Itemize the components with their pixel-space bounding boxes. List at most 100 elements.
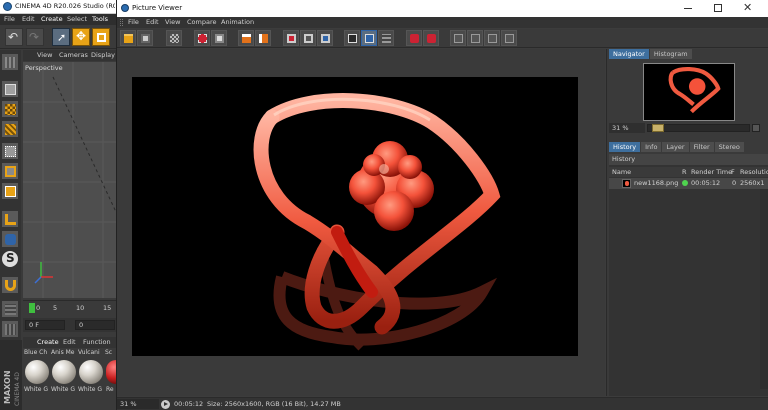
material-tab[interactable]: Anis Me (51, 349, 75, 356)
viewport-menu-display[interactable]: Display (91, 51, 115, 59)
layer-button[interactable] (450, 30, 467, 46)
material-menu-function[interactable]: Function (83, 338, 111, 346)
material-tab[interactable]: Vulcani (78, 349, 102, 356)
material-swatch[interactable] (79, 360, 103, 384)
col-f[interactable]: F (731, 168, 735, 176)
snapshot-button[interactable] (282, 30, 299, 46)
material-label: White G (51, 386, 76, 393)
edges-icon (5, 166, 16, 177)
close-icon[interactable]: ✕ (743, 1, 752, 14)
tab-stereo[interactable]: Stereo (714, 142, 744, 152)
c4d-menu-tools[interactable]: Tools (92, 15, 108, 23)
viewport-menu-view[interactable]: View (37, 51, 52, 59)
zoom-field[interactable]: 31 % (609, 123, 645, 133)
pv-menu-animation[interactable]: Animation (221, 18, 254, 26)
c4d-menu-create[interactable]: Create (41, 15, 63, 23)
checker-icon (5, 104, 16, 115)
render-region-button[interactable] (210, 30, 227, 46)
set-b-button[interactable] (361, 30, 378, 46)
ab-compare-button[interactable] (316, 30, 333, 46)
tab-navigator[interactable]: Navigator (609, 49, 649, 59)
material-swatch[interactable] (52, 360, 76, 384)
c4d-menu-file[interactable]: File (4, 15, 15, 23)
region-render-button[interactable] (193, 30, 210, 46)
play-button[interactable] (161, 400, 170, 409)
tab-history[interactable]: History (609, 142, 641, 152)
material-menu-edit[interactable]: Edit (63, 338, 76, 346)
diff-button[interactable] (378, 30, 395, 46)
green-channel-button[interactable] (422, 30, 439, 46)
swap-icon (365, 34, 375, 43)
tweak-mode-button[interactable] (1, 230, 19, 248)
pv-image-area[interactable] (117, 49, 605, 396)
timeline-tick: 15 (103, 304, 112, 312)
navigator-preview[interactable] (643, 63, 735, 121)
material-tab[interactable]: Blue Ch (24, 349, 48, 356)
texture-mode-button[interactable] (1, 100, 19, 118)
workplane-lock-button[interactable] (1, 300, 19, 318)
live-selection-button[interactable]: ➚ (52, 28, 70, 46)
frame-field[interactable]: 0 F (25, 320, 65, 330)
history-scrollbar[interactable] (760, 189, 768, 389)
undo-icon: ↶ (8, 30, 19, 44)
tab-layer[interactable]: Layer (662, 142, 689, 152)
col-r[interactable]: R (682, 168, 687, 176)
zoom-slider-end[interactable] (752, 124, 760, 132)
table-row[interactable]: new1168.png 00:05:12 0 2560x1 (609, 178, 768, 189)
material-swatch[interactable] (106, 360, 116, 384)
snap-s-icon: S (6, 251, 15, 265)
col-render-time[interactable]: Render Time (691, 168, 732, 176)
zoom-row: 31 % (609, 123, 768, 133)
material-menu-create[interactable]: Create (37, 338, 59, 346)
pv-menu-view[interactable]: View (165, 18, 180, 26)
status-zoom-field[interactable]: 31 % (117, 399, 159, 409)
material-tab[interactable]: Sc (105, 349, 116, 356)
tab-filter[interactable]: Filter (689, 142, 714, 152)
snap-button[interactable]: S (1, 250, 19, 268)
tab-info[interactable]: Info (641, 142, 662, 152)
stereo-button[interactable] (501, 30, 518, 46)
zoom-slider-handle[interactable] (652, 124, 664, 132)
pv-menu-file[interactable]: File (128, 18, 139, 26)
c4d-timeline[interactable]: 0 5 10 15 (23, 300, 116, 316)
axis-mode-button[interactable] (1, 210, 19, 228)
material-swatch[interactable] (25, 360, 49, 384)
timeline-playhead[interactable] (29, 303, 35, 313)
move-tool-button[interactable]: ✥ (72, 28, 90, 46)
pv-menu-edit[interactable]: Edit (146, 18, 159, 26)
edges-mode-button[interactable] (1, 162, 19, 180)
render-active-view-button[interactable] (238, 30, 255, 46)
make-editable-button[interactable] (1, 53, 19, 71)
pv-menu-compare[interactable]: Compare (187, 18, 217, 26)
c4d-menu-edit[interactable]: Edit (22, 15, 35, 23)
points-mode-button[interactable] (1, 142, 19, 160)
c4d-menu-select[interactable]: Select (67, 15, 87, 23)
letter-a-icon (348, 34, 358, 43)
frame-field-secondary[interactable]: 0 (75, 320, 115, 330)
undo-button[interactable]: ↶ (5, 28, 23, 46)
magnet-button[interactable] (1, 276, 19, 294)
set-a-button[interactable] (344, 30, 361, 46)
viewport-menu-cameras[interactable]: Cameras (59, 51, 88, 59)
render-queue-button[interactable] (255, 30, 272, 46)
polygons-mode-button[interactable] (1, 182, 19, 200)
save-image-button[interactable] (137, 30, 153, 46)
maximize-icon[interactable] (714, 4, 722, 12)
tab-histogram[interactable]: Histogram (649, 49, 692, 59)
compare-button[interactable] (299, 30, 316, 46)
open-image-button[interactable] (120, 30, 136, 46)
checker-bg-button[interactable] (166, 30, 183, 46)
scale-tool-button[interactable] (92, 28, 110, 46)
redo-button[interactable]: ↷ (26, 28, 44, 46)
c4d-viewport[interactable]: Perspective (23, 62, 116, 298)
merge-button[interactable] (467, 30, 484, 46)
grid-lock-icon (5, 324, 16, 335)
grid-lock-button[interactable] (1, 320, 19, 338)
filter-button[interactable] (484, 30, 501, 46)
minimize-icon[interactable] (684, 8, 692, 9)
workplane-button[interactable] (1, 120, 19, 138)
col-name[interactable]: Name (612, 168, 631, 176)
col-resolution[interactable]: Resolutio (740, 168, 768, 176)
model-mode-button[interactable] (1, 80, 19, 98)
red-channel-button[interactable] (405, 30, 422, 46)
